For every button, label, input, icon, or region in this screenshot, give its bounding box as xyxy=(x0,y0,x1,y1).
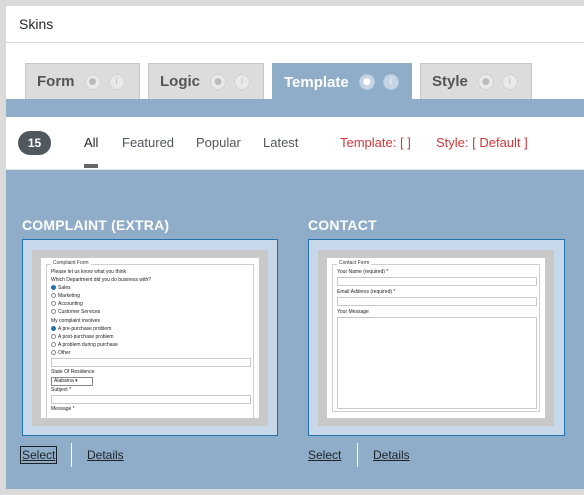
template-status: Template: [ ] xyxy=(340,135,411,150)
active-filter-indicator xyxy=(84,164,98,168)
radio-icon xyxy=(51,342,56,347)
tab-template-label: Template xyxy=(284,73,349,91)
skin-title: COMPLAINT (EXTRA) xyxy=(22,217,170,233)
preview-input xyxy=(51,358,251,367)
preview-option: A post-purchase problem xyxy=(51,334,114,340)
preview-option: A pre-purchase problem xyxy=(51,326,111,332)
preview-option: Customer Services xyxy=(51,309,100,315)
tab-strip: Form ● i Logic ● i Template ● i Style ● … xyxy=(6,44,584,100)
preview-textarea xyxy=(337,317,537,409)
skin-actions: Select Details xyxy=(19,442,278,467)
details-link[interactable]: Details xyxy=(87,448,124,462)
lightbulb-icon[interactable]: ● xyxy=(84,73,101,90)
preview-input xyxy=(51,395,251,404)
preview-input xyxy=(337,277,537,286)
tab-panel-top xyxy=(6,99,584,117)
radio-icon xyxy=(51,293,56,298)
tab-form-label: Form xyxy=(37,73,75,90)
filter-latest[interactable]: Latest xyxy=(263,135,298,150)
window-title: Skins xyxy=(19,16,54,32)
info-icon[interactable]: i xyxy=(501,73,518,90)
tab-logic-label: Logic xyxy=(160,73,200,90)
radio-icon xyxy=(51,326,56,331)
tab-form[interactable]: Form ● i xyxy=(25,63,140,99)
tab-template[interactable]: Template ● i xyxy=(272,63,412,100)
preview-text: Email Address (required) * xyxy=(337,289,396,295)
action-separator xyxy=(71,443,72,467)
info-icon[interactable]: i xyxy=(382,74,399,90)
radio-icon xyxy=(51,350,56,355)
preview-mat: Complaint Form Please let us know what y… xyxy=(32,250,268,426)
preview-input xyxy=(337,297,537,306)
preview-option: Sales xyxy=(51,285,71,291)
preview-legend: Complaint Form xyxy=(51,260,91,266)
lightbulb-icon[interactable]: ● xyxy=(477,73,494,90)
info-icon[interactable]: i xyxy=(234,73,250,90)
skins-gallery: COMPLAINT (EXTRA) Complaint Form Please … xyxy=(6,170,584,489)
preview-text: Your Name (required) * xyxy=(337,269,389,275)
tab-style[interactable]: Style ● i xyxy=(420,63,532,99)
preview-text: Your Message xyxy=(337,309,369,315)
tab-style-label: Style xyxy=(432,73,468,90)
preview-page: Contact Form Your Name (required) * Emai… xyxy=(327,258,545,418)
select-link[interactable]: Select xyxy=(308,448,341,462)
preview-option: A problem during purchase xyxy=(51,342,118,348)
preview-mat: Contact Form Your Name (required) * Emai… xyxy=(318,250,554,426)
skin-count-badge: 15 xyxy=(18,131,51,155)
skin-actions: Select Details xyxy=(308,442,564,467)
filter-popular[interactable]: Popular xyxy=(196,135,241,150)
skin-preview[interactable]: Complaint Form Please let us know what y… xyxy=(22,239,278,436)
preview-fieldset: Contact Form Your Name (required) * Emai… xyxy=(332,260,540,412)
style-status: Style: [ Default ] xyxy=(436,135,528,150)
filter-all[interactable]: All xyxy=(84,135,98,150)
preview-select: Alabama ▾ xyxy=(51,377,93,386)
action-separator xyxy=(357,443,358,467)
filter-featured[interactable]: Featured xyxy=(122,135,174,150)
radio-icon xyxy=(51,285,56,290)
details-link[interactable]: Details xyxy=(373,448,410,462)
select-link[interactable]: Select xyxy=(19,446,58,464)
preview-page: Complaint Form Please let us know what y… xyxy=(41,258,259,418)
info-icon[interactable]: i xyxy=(108,73,125,90)
preview-text: Which Department did you do business wit… xyxy=(51,277,152,283)
preview-text: Message * xyxy=(51,406,75,412)
lightbulb-icon[interactable]: ● xyxy=(210,73,226,90)
preview-text: State Of Residence xyxy=(51,369,95,375)
filter-bar: 15 All Featured Popular Latest Template:… xyxy=(6,117,584,170)
title-bar: Skins xyxy=(6,6,584,43)
preview-text: Please let us know what you think xyxy=(51,269,127,275)
preview-option: Accounting xyxy=(51,301,83,307)
radio-icon xyxy=(51,309,56,314)
radio-icon xyxy=(51,301,56,306)
lightbulb-icon[interactable]: ● xyxy=(358,74,375,90)
preview-option: Marketing xyxy=(51,293,80,299)
skin-title: CONTACT xyxy=(308,217,377,233)
radio-icon xyxy=(51,334,56,339)
skin-preview[interactable]: Contact Form Your Name (required) * Emai… xyxy=(308,239,565,436)
preview-legend: Contact Form xyxy=(337,260,372,266)
preview-text: My complaint involves xyxy=(51,318,100,324)
preview-option: Other xyxy=(51,350,71,356)
preview-fieldset: Complaint Form Please let us know what y… xyxy=(46,260,254,418)
tab-logic[interactable]: Logic ● i xyxy=(148,63,264,99)
preview-text: Subject * xyxy=(51,387,72,393)
